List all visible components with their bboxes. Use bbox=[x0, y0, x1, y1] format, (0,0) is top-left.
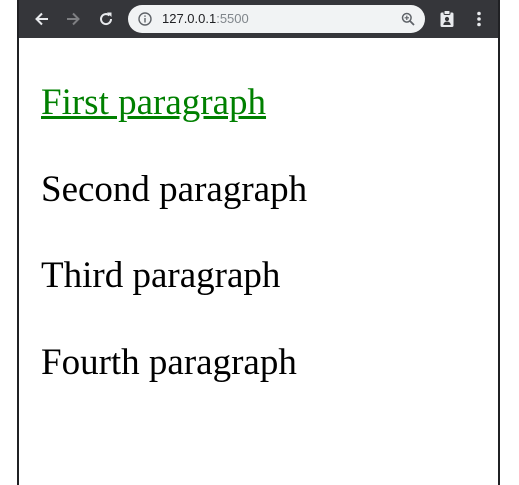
kebab-menu-icon bbox=[477, 11, 481, 27]
zoom-icon[interactable] bbox=[401, 12, 415, 26]
browser-window: 127.0.0.1:5500 First paragraph Second pa… bbox=[17, 0, 500, 485]
url-text[interactable]: 127.0.0.1:5500 bbox=[162, 5, 249, 33]
browser-toolbar: 127.0.0.1:5500 bbox=[19, 0, 498, 38]
url-port: :5500 bbox=[216, 11, 249, 26]
address-bar[interactable]: 127.0.0.1:5500 bbox=[128, 5, 425, 33]
url-host: 127.0.0.1 bbox=[162, 11, 217, 26]
back-button[interactable] bbox=[29, 6, 55, 32]
third-paragraph: Third paragraph bbox=[41, 255, 281, 296]
back-arrow-icon bbox=[35, 12, 48, 26]
second-paragraph: Second paragraph bbox=[41, 169, 308, 210]
fourth-paragraph: Fourth paragraph bbox=[41, 342, 297, 383]
info-icon[interactable] bbox=[138, 12, 152, 26]
reload-button[interactable] bbox=[93, 6, 119, 32]
forward-arrow-icon bbox=[67, 12, 80, 26]
reload-icon bbox=[100, 12, 113, 26]
page-content: First paragraph Second paragraph Third p… bbox=[19, 38, 498, 485]
clipboard-extension-icon bbox=[440, 10, 454, 27]
first-paragraph-link[interactable]: First paragraph bbox=[41, 81, 266, 125]
menu-button[interactable] bbox=[466, 6, 492, 32]
forward-button[interactable] bbox=[60, 6, 86, 32]
extension-button[interactable] bbox=[434, 6, 460, 32]
